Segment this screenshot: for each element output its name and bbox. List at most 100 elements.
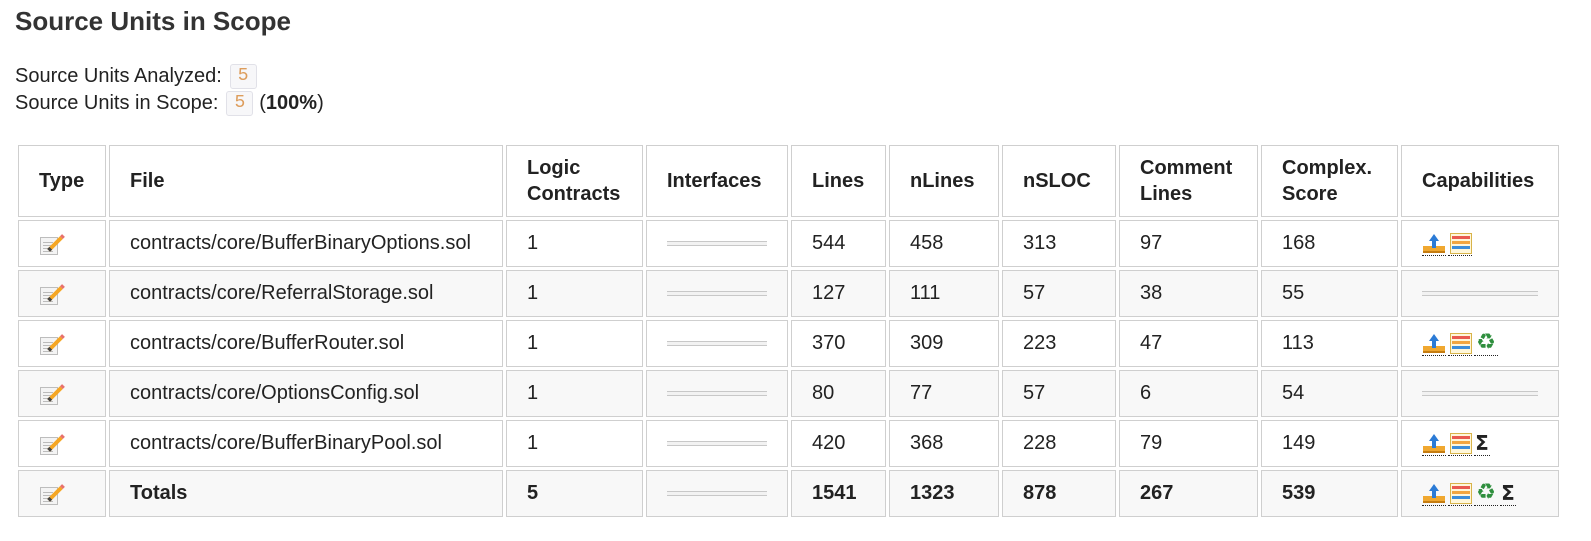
header-capabilities: Capabilities <box>1401 145 1559 217</box>
sigma-icon: Σ <box>1474 431 1490 456</box>
nlines-cell: 1323 <box>889 470 999 517</box>
nsloc-cell: 878 <box>1002 470 1116 517</box>
lines-cell: 1541 <box>791 470 886 517</box>
logic-contracts-cell: 5 <box>506 470 643 517</box>
table-row: contracts/core/BufferRouter.sol 1 370 309 22… <box>18 320 1559 367</box>
page-title: Source Units in Scope <box>15 6 291 36</box>
sigma-icon: Σ <box>1500 481 1516 506</box>
memo-icon <box>39 384 63 405</box>
recycle-icon: ♻ <box>1474 481 1498 506</box>
nlines-cell: 458 <box>889 220 999 267</box>
capabilities-icons: ♻ Σ <box>1422 481 1538 506</box>
analyzed-label: Source Units Analyzed: <box>15 65 222 87</box>
complexity-score-cell: 539 <box>1261 470 1398 517</box>
nsloc-cell: 223 <box>1002 320 1116 367</box>
totals-row: Totals 5 1541 1323 878 267 539 ♻ Σ <box>18 470 1559 517</box>
empty-interfaces-bar <box>667 391 767 396</box>
file-path: contracts/core/BufferBinaryPool.sol <box>109 420 503 467</box>
type-cell <box>18 470 106 517</box>
totals-label: Totals <box>109 470 503 517</box>
nlines-cell: 111 <box>889 270 999 317</box>
lines-cell: 127 <box>791 270 886 317</box>
file-path: contracts/core/BufferBinaryOptions.sol <box>109 220 503 267</box>
capabilities-icons <box>1422 231 1538 256</box>
in-scope-paren-open: ( <box>259 92 266 114</box>
table-body: contracts/core/BufferBinaryOptions.sol 1 5… <box>18 220 1559 517</box>
logic-contracts-cell: 1 <box>506 420 643 467</box>
file-path: contracts/core/ReferralStorage.sol <box>109 270 503 317</box>
comment-lines-cell: 267 <box>1119 470 1258 517</box>
upload-icon <box>1422 431 1446 456</box>
empty-capabilities-bar <box>1422 391 1538 396</box>
lines-cell: 370 <box>791 320 886 367</box>
logic-contracts-cell: 1 <box>506 320 643 367</box>
capabilities-cell: Σ <box>1401 420 1559 467</box>
memo-icon <box>39 234 63 255</box>
nlines-cell: 368 <box>889 420 999 467</box>
nsloc-cell: 228 <box>1002 420 1116 467</box>
table-row: contracts/core/BufferBinaryPool.sol 1 420 3… <box>18 420 1559 467</box>
interfaces-cell <box>646 470 788 517</box>
complexity-score-cell: 54 <box>1261 370 1398 417</box>
interfaces-cell <box>646 270 788 317</box>
capabilities-cell <box>1401 270 1559 317</box>
nsloc-cell: 313 <box>1002 220 1116 267</box>
in-scope-line: Source Units in Scope: 5 (100%) <box>15 90 324 117</box>
nsloc-cell: 57 <box>1002 270 1116 317</box>
complexity-score-cell: 168 <box>1261 220 1398 267</box>
comment-lines-cell: 97 <box>1119 220 1258 267</box>
header-logic-line1: Logic <box>527 157 581 179</box>
header-lines: Lines <box>791 145 886 217</box>
analyzed-line: Source Units Analyzed: 5 <box>15 63 324 90</box>
scope-summary: Source Units Analyzed: 5 Source Units in… <box>15 63 324 117</box>
ledger-icon <box>1448 431 1472 456</box>
interfaces-cell <box>646 320 788 367</box>
recycle-icon: ♻ <box>1474 331 1498 356</box>
in-scope-paren-close: ) <box>317 92 324 114</box>
empty-interfaces-bar <box>667 441 767 446</box>
complexity-score-cell: 113 <box>1261 320 1398 367</box>
comment-lines-cell: 6 <box>1119 370 1258 417</box>
interfaces-cell <box>646 220 788 267</box>
empty-interfaces-bar <box>667 291 767 296</box>
header-score-line1: Complex. <box>1282 157 1373 179</box>
logic-contracts-cell: 1 <box>506 370 643 417</box>
in-scope-label: Source Units in Scope: <box>15 92 219 114</box>
ledger-icon <box>1448 231 1472 256</box>
capabilities-cell <box>1401 370 1559 417</box>
complexity-score-cell: 149 <box>1261 420 1398 467</box>
file-path: contracts/core/BufferRouter.sol <box>109 320 503 367</box>
memo-icon <box>39 334 63 355</box>
header-logic-contracts: Logic Contracts <box>506 145 643 217</box>
type-cell <box>18 420 106 467</box>
table-row: contracts/core/ReferralStorage.sol 1 127 11… <box>18 270 1559 317</box>
header-logic-line2: Contracts <box>527 183 621 205</box>
ledger-icon <box>1448 481 1472 506</box>
capabilities-icons: Σ <box>1422 431 1538 456</box>
ledger-icon <box>1448 331 1472 356</box>
logic-contracts-cell: 1 <box>506 220 643 267</box>
header-comment-line2: Lines <box>1140 183 1193 205</box>
header-comment-line1: Comment <box>1140 157 1233 179</box>
logic-contracts-cell: 1 <box>506 270 643 317</box>
complexity-score-cell: 55 <box>1261 270 1398 317</box>
nlines-cell: 309 <box>889 320 999 367</box>
analyzed-count-badge: 5 <box>229 64 257 89</box>
interfaces-cell <box>646 370 788 417</box>
empty-interfaces-bar <box>667 241 767 246</box>
file-path: contracts/core/OptionsConfig.sol <box>109 370 503 417</box>
header-comment-lines: Comment Lines <box>1119 145 1258 217</box>
capabilities-cell <box>1401 220 1559 267</box>
table-header-row: Type File Logic Contracts Interfaces Line… <box>18 145 1559 217</box>
type-cell <box>18 270 106 317</box>
header-nsloc: nSLOC <box>1002 145 1116 217</box>
table-row: contracts/core/BufferBinaryOptions.sol 1 5… <box>18 220 1559 267</box>
memo-icon <box>39 434 63 455</box>
header-file: File <box>109 145 503 217</box>
upload-icon <box>1422 481 1446 506</box>
comment-lines-cell: 38 <box>1119 270 1258 317</box>
nsloc-cell: 57 <box>1002 370 1116 417</box>
in-scope-percent: 100% <box>265 92 318 114</box>
comment-lines-cell: 47 <box>1119 320 1258 367</box>
source-units-table: Type File Logic Contracts Interfaces Line… <box>15 142 1562 520</box>
